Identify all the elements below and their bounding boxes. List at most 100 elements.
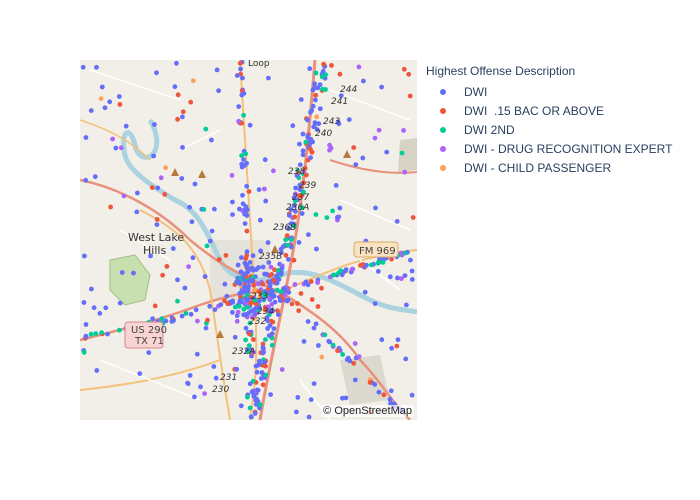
offense-point[interactable]	[269, 301, 275, 307]
offense-point[interactable]	[313, 321, 319, 327]
offense-point[interactable]	[402, 169, 408, 175]
offense-point[interactable]	[379, 337, 385, 343]
offense-point[interactable]	[256, 358, 262, 364]
offense-point[interactable]	[229, 173, 235, 178]
offense-point[interactable]	[235, 262, 241, 268]
offense-point[interactable]	[121, 193, 127, 199]
offense-point[interactable]	[243, 337, 249, 343]
offense-point[interactable]	[394, 343, 400, 349]
offense-point[interactable]	[93, 331, 99, 336]
offense-point[interactable]	[82, 253, 87, 259]
offense-point[interactable]	[187, 204, 192, 210]
offense-point[interactable]	[260, 350, 266, 355]
offense-point[interactable]	[113, 145, 119, 151]
offense-point[interactable]	[292, 282, 298, 287]
offense-point[interactable]	[315, 304, 321, 309]
offense-point[interactable]	[407, 93, 413, 99]
offense-point[interactable]	[187, 373, 193, 378]
offense-point[interactable]	[297, 141, 302, 147]
offense-point[interactable]	[317, 106, 323, 112]
offense-point[interactable]	[244, 183, 250, 189]
offense-point[interactable]	[399, 276, 404, 281]
offense-point[interactable]	[81, 349, 87, 355]
offense-point[interactable]	[262, 271, 267, 277]
offense-point[interactable]	[246, 279, 252, 284]
legend-item-dwi-15-bac[interactable]: DWI .15 BAC OR ABOVE	[426, 101, 672, 120]
offense-point[interactable]	[83, 322, 89, 327]
offense-point[interactable]	[123, 123, 129, 129]
offense-point[interactable]	[313, 212, 319, 217]
offense-point[interactable]	[309, 108, 314, 113]
offense-point[interactable]	[249, 389, 255, 395]
offense-point[interactable]	[296, 240, 302, 245]
legend-item-dwi-dre[interactable]: DWI - DRUG RECOGNITION EXPERT	[426, 139, 672, 158]
offense-point[interactable]	[403, 356, 409, 362]
offense-point[interactable]	[267, 290, 273, 296]
offense-point[interactable]	[243, 151, 249, 157]
offense-point[interactable]	[376, 389, 382, 395]
offense-point[interactable]	[311, 325, 317, 331]
offense-point[interactable]	[372, 382, 378, 387]
offense-point[interactable]	[92, 174, 98, 180]
offense-point[interactable]	[203, 126, 209, 132]
offense-point[interactable]	[322, 332, 328, 338]
offense-point[interactable]	[242, 162, 248, 168]
offense-point[interactable]	[296, 308, 302, 314]
offense-point[interactable]	[319, 354, 325, 360]
legend-item-dwi-2nd[interactable]: DWI 2ND	[426, 120, 672, 139]
offense-point[interactable]	[240, 201, 246, 207]
offense-point[interactable]	[290, 123, 296, 129]
offense-point[interactable]	[256, 265, 261, 270]
offense-point[interactable]	[163, 165, 168, 171]
offense-point[interactable]	[99, 330, 104, 336]
offense-point[interactable]	[189, 219, 195, 225]
offense-point[interactable]	[105, 331, 110, 337]
offense-point[interactable]	[250, 253, 256, 259]
offense-point[interactable]	[289, 301, 295, 307]
offense-point[interactable]	[409, 392, 415, 398]
offense-point[interactable]	[254, 397, 260, 403]
offense-point[interactable]	[239, 92, 245, 98]
offense-point[interactable]	[277, 298, 283, 303]
offense-point[interactable]	[401, 128, 406, 133]
offense-point[interactable]	[172, 84, 178, 90]
offense-point[interactable]	[235, 309, 241, 315]
offense-point[interactable]	[263, 198, 269, 204]
offense-point[interactable]	[313, 97, 318, 103]
offense-point[interactable]	[238, 66, 244, 72]
offense-point[interactable]	[248, 414, 254, 420]
offense-point[interactable]	[180, 109, 186, 115]
offense-point[interactable]	[247, 122, 253, 128]
offense-point[interactable]	[102, 105, 108, 111]
offense-point[interactable]	[180, 114, 185, 120]
offense-point[interactable]	[230, 299, 236, 305]
offense-point[interactable]	[213, 375, 219, 381]
offense-point[interactable]	[83, 333, 89, 339]
offense-point[interactable]	[238, 298, 244, 303]
offense-point[interactable]	[319, 285, 324, 291]
offense-point[interactable]	[351, 360, 357, 366]
offense-point[interactable]	[336, 270, 341, 276]
offense-point[interactable]	[198, 384, 203, 390]
offense-point[interactable]	[174, 60, 179, 66]
offense-point[interactable]	[252, 411, 258, 416]
offense-point[interactable]	[295, 395, 301, 400]
legend-item-dwi[interactable]: DWI	[426, 82, 672, 101]
offense-point[interactable]	[353, 162, 359, 167]
offense-point[interactable]	[265, 240, 271, 246]
offense-point[interactable]	[234, 366, 240, 372]
offense-point[interactable]	[260, 382, 266, 388]
offense-point[interactable]	[110, 136, 115, 142]
offense-point[interactable]	[306, 232, 311, 238]
offense-point[interactable]	[375, 269, 381, 274]
offense-point[interactable]	[152, 122, 157, 127]
offense-point[interactable]	[352, 377, 358, 383]
offense-point[interactable]	[260, 345, 266, 350]
offense-point[interactable]	[303, 279, 309, 285]
offense-point[interactable]	[275, 308, 280, 314]
offense-point[interactable]	[137, 371, 143, 376]
offense-point[interactable]	[216, 257, 222, 262]
offense-point[interactable]	[301, 339, 307, 344]
offense-point[interactable]	[269, 272, 274, 277]
offense-point[interactable]	[175, 298, 180, 304]
